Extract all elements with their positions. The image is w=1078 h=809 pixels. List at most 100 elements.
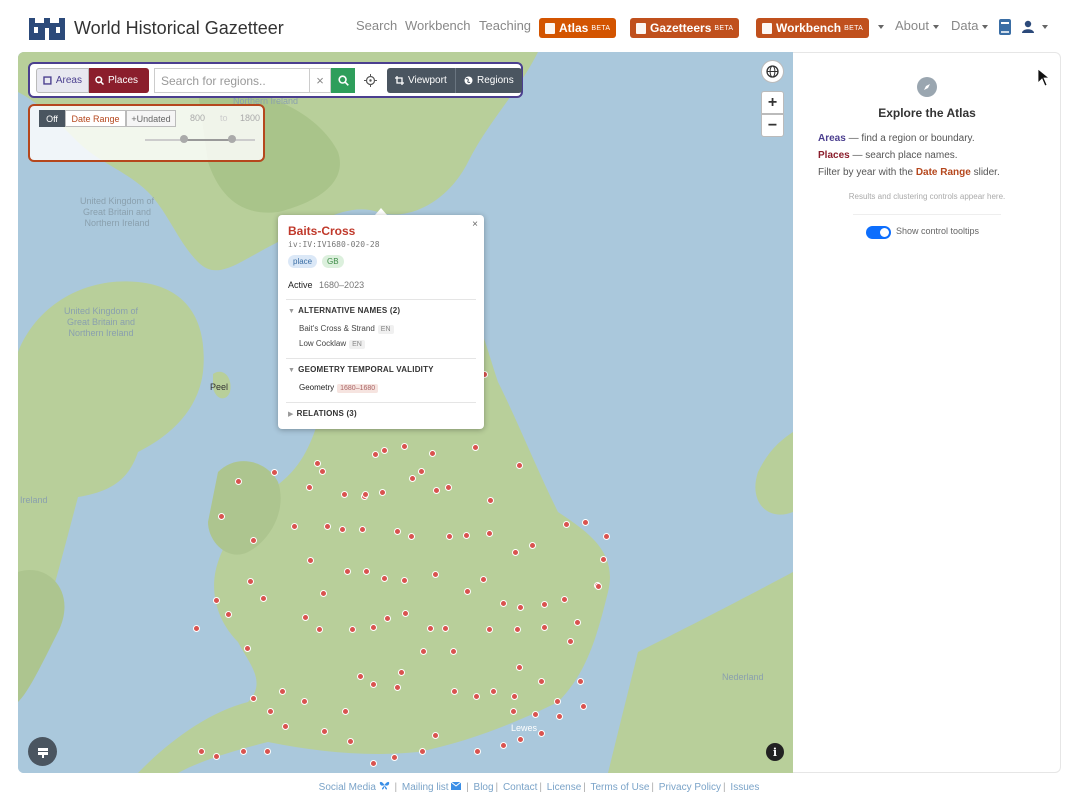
place-marker[interactable] — [486, 530, 493, 537]
place-marker[interactable] — [244, 645, 251, 652]
map-panel[interactable]: United Kingdom of Great Britain and Nort… — [18, 52, 793, 773]
place-marker[interactable] — [409, 475, 416, 482]
place-marker[interactable] — [595, 583, 602, 590]
place-marker[interactable] — [516, 664, 523, 671]
place-marker[interactable] — [556, 713, 563, 720]
place-marker[interactable] — [362, 491, 369, 498]
place-marker[interactable] — [359, 526, 366, 533]
undated-button[interactable]: +Undated — [126, 110, 176, 127]
place-marker[interactable] — [267, 708, 274, 715]
place-marker[interactable] — [582, 519, 589, 526]
about-dropdown[interactable]: About — [895, 18, 939, 33]
place-marker[interactable] — [250, 537, 257, 544]
place-marker[interactable] — [193, 625, 200, 632]
place-marker[interactable] — [401, 577, 408, 584]
place-marker[interactable] — [451, 688, 458, 695]
nav-workbench-link[interactable]: Workbench — [405, 18, 471, 33]
nav-search-link[interactable]: Search — [356, 18, 397, 33]
place-marker[interactable] — [511, 693, 518, 700]
popup-title[interactable]: Baits-Cross — [288, 224, 355, 238]
data-dropdown[interactable]: Data — [951, 18, 989, 33]
place-marker[interactable] — [316, 626, 323, 633]
footer-mailing-link[interactable]: Mailing list — [402, 782, 449, 793]
place-marker[interactable] — [218, 513, 225, 520]
place-marker[interactable] — [198, 748, 205, 755]
place-marker[interactable] — [342, 708, 349, 715]
place-marker[interactable] — [429, 450, 436, 457]
place-marker[interactable] — [490, 688, 497, 695]
place-marker[interactable] — [473, 693, 480, 700]
place-marker[interactable] — [341, 491, 348, 498]
place-marker[interactable] — [271, 469, 278, 476]
place-marker[interactable] — [603, 533, 610, 540]
place-marker[interactable] — [301, 698, 308, 705]
place-marker[interactable] — [357, 673, 364, 680]
date-range-button[interactable]: Date Range — [65, 110, 126, 127]
place-marker[interactable] — [432, 732, 439, 739]
place-marker[interactable] — [420, 648, 427, 655]
workbench-dropdown-caret[interactable] — [874, 18, 884, 33]
place-marker[interactable] — [260, 595, 267, 602]
footer-social-link[interactable]: Social Media — [319, 782, 376, 793]
gazetteers-button[interactable]: Gazetteers BETA — [630, 18, 740, 38]
place-marker[interactable] — [307, 557, 314, 564]
footer-contact-link[interactable]: Contact — [503, 782, 537, 793]
place-marker[interactable] — [514, 626, 521, 633]
place-marker[interactable] — [517, 736, 524, 743]
place-marker[interactable] — [567, 638, 574, 645]
place-marker[interactable] — [279, 688, 286, 695]
place-marker[interactable] — [324, 523, 331, 530]
place-marker[interactable] — [463, 532, 470, 539]
info-icon[interactable]: i — [766, 743, 784, 761]
place-marker[interactable] — [450, 648, 457, 655]
place-marker[interactable] — [235, 478, 242, 485]
brand[interactable]: World Historical Gazetteer — [28, 14, 284, 42]
place-marker[interactable] — [577, 678, 584, 685]
place-marker[interactable] — [419, 748, 426, 755]
place-marker[interactable] — [384, 615, 391, 622]
relations-toggle[interactable]: ▶ RELATIONS (3) — [288, 409, 357, 418]
place-marker[interactable] — [480, 576, 487, 583]
place-marker[interactable] — [319, 468, 326, 475]
date-slider-end-handle[interactable] — [228, 135, 236, 143]
place-marker[interactable] — [381, 447, 388, 454]
place-marker[interactable] — [500, 742, 507, 749]
footer-blog-link[interactable]: Blog — [474, 782, 494, 793]
place-marker[interactable] — [464, 588, 471, 595]
place-marker[interactable] — [381, 575, 388, 582]
locate-button[interactable] — [358, 68, 382, 93]
place-marker[interactable] — [432, 571, 439, 578]
place-marker[interactable] — [538, 730, 545, 737]
place-marker[interactable] — [213, 597, 220, 604]
date-slider-start-handle[interactable] — [180, 135, 188, 143]
place-marker[interactable] — [320, 590, 327, 597]
places-toggle[interactable]: Places — [89, 68, 149, 93]
footer-terms-link[interactable]: Terms of Use — [590, 782, 649, 793]
search-input[interactable]: Search for regions.. — [154, 68, 309, 93]
docs-book-icon[interactable] — [998, 19, 1012, 35]
place-marker[interactable] — [532, 711, 539, 718]
place-marker[interactable] — [563, 521, 570, 528]
footer-privacy-link[interactable]: Privacy Policy — [659, 782, 721, 793]
place-marker[interactable] — [486, 626, 493, 633]
atlas-button[interactable]: Atlas BETA — [539, 18, 617, 38]
legend-button[interactable] — [28, 737, 57, 766]
place-marker[interactable] — [379, 489, 386, 496]
place-marker[interactable] — [445, 484, 452, 491]
regions-button[interactable]: Regions — [455, 68, 522, 93]
place-marker[interactable] — [314, 460, 321, 467]
place-marker[interactable] — [347, 738, 354, 745]
place-marker[interactable] — [427, 625, 434, 632]
place-marker[interactable] — [418, 468, 425, 475]
place-marker[interactable] — [213, 753, 220, 760]
place-marker[interactable] — [394, 684, 401, 691]
place-marker[interactable] — [600, 556, 607, 563]
place-marker[interactable] — [529, 542, 536, 549]
place-marker[interactable] — [370, 624, 377, 631]
place-marker[interactable] — [240, 748, 247, 755]
geometry-validity-toggle[interactable]: ▼ GEOMETRY TEMPORAL VALIDITY — [288, 365, 434, 374]
place-marker[interactable] — [306, 484, 313, 491]
footer-license-link[interactable]: License — [547, 782, 581, 793]
place-marker[interactable] — [344, 568, 351, 575]
place-marker[interactable] — [264, 748, 271, 755]
